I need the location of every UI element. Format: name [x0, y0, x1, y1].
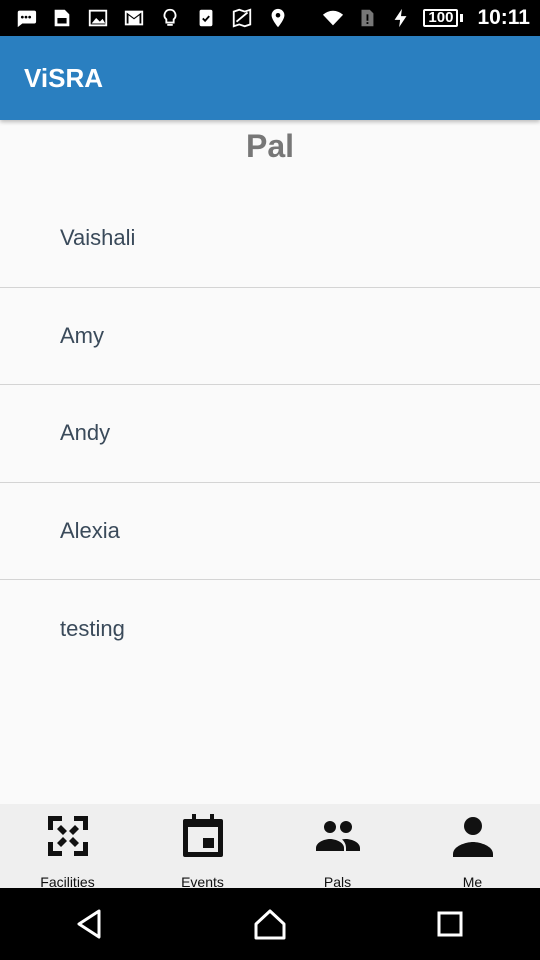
image-icon	[86, 6, 110, 30]
notification-icons	[14, 6, 321, 30]
battery-tip	[460, 14, 464, 22]
lightbulb-icon	[158, 6, 182, 30]
recent-apps-square-icon	[437, 911, 463, 937]
task-check-icon	[194, 6, 218, 30]
pal-list-item[interactable]: Amy	[0, 288, 540, 385]
pal-screen: Pal Vaishali Amy Andy Alexia testing	[0, 120, 540, 804]
pal-list-item[interactable]: testing	[0, 580, 540, 678]
pal-list-item[interactable]: Vaishali	[0, 190, 540, 288]
back-triangle-icon	[77, 909, 101, 939]
no-sim-icon	[355, 6, 379, 30]
home-icon	[254, 909, 286, 940]
wifi-icon	[321, 6, 345, 30]
pal-list: Vaishali Amy Andy Alexia testing	[0, 190, 540, 678]
page-title: Pal	[245, 128, 295, 164]
back-button[interactable]	[60, 894, 120, 954]
status-bar: 100 10:11	[0, 0, 540, 36]
app-title: ViSRA	[24, 62, 103, 93]
bottom-navigation: Facilities Events Pals Me	[0, 804, 540, 890]
status-clock: 10:11	[477, 6, 530, 29]
system-status-icons: 100 10:11	[321, 6, 530, 30]
battery-level: 100	[423, 9, 459, 27]
home-button[interactable]	[240, 894, 300, 954]
nav-tab-events[interactable]: Events	[135, 804, 270, 890]
screen: 100 10:11 ViSRA Pal Vaishali Amy Andy Al…	[0, 0, 540, 960]
system-navigation-bar	[0, 888, 540, 960]
charging-bolt-icon	[389, 6, 413, 30]
pal-list-item[interactable]: Andy	[0, 385, 540, 483]
app-bar: ViSRA	[0, 36, 540, 120]
nav-tab-me[interactable]: Me	[405, 804, 540, 890]
nav-tab-facilities[interactable]: Facilities	[0, 804, 135, 890]
people-icon	[314, 812, 362, 860]
maps-icon	[230, 6, 254, 30]
battery-indicator: 100	[423, 9, 464, 27]
location-pin-icon	[266, 6, 290, 30]
calendar-icon	[179, 812, 227, 860]
recent-apps-button[interactable]	[420, 894, 480, 954]
fullscreen-icon	[44, 812, 92, 860]
nav-tab-pals[interactable]: Pals	[270, 804, 405, 890]
person-icon	[449, 812, 497, 860]
pal-list-item[interactable]: Alexia	[0, 483, 540, 580]
gmail-icon	[122, 6, 146, 30]
sim-card-icon	[50, 6, 74, 30]
message-icon	[14, 6, 38, 30]
